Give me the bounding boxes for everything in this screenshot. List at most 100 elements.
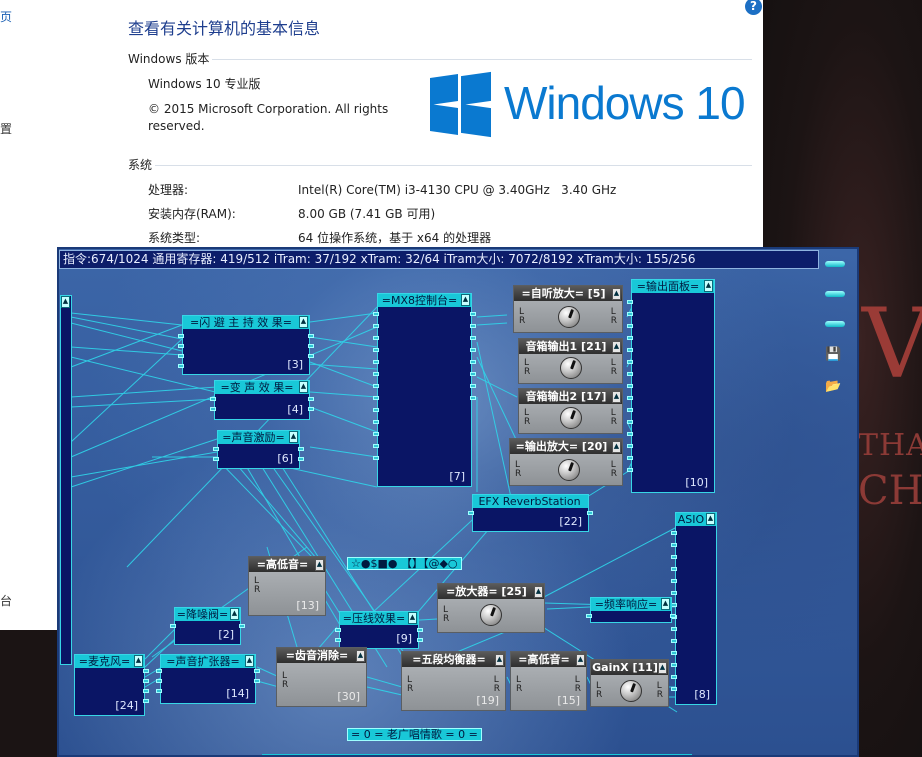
collapse-toggle-icon[interactable]: ▲ <box>408 612 417 624</box>
mx8-console-module[interactable]: =MX8控制台= ▲ [7] <box>373 293 476 487</box>
ram-label: 安装内存(RAM): <box>148 207 236 221</box>
collapse-toggle-icon[interactable]: ▲ <box>612 341 621 353</box>
bass-treble-module[interactable]: =高低音= ▲ LR [13] <box>248 556 326 616</box>
open-folder-icon[interactable]: 📂 <box>825 379 841 394</box>
wallpaper-text-ch: CH <box>858 468 922 514</box>
windows-logo-icon <box>430 71 491 138</box>
collapse-toggle-icon[interactable]: ▲ <box>658 662 667 674</box>
windows-edition-value: Windows 10 专业版 <box>148 77 261 91</box>
collapse-toggle-icon[interactable]: ▲ <box>356 650 365 662</box>
module-number: [30] <box>337 690 360 703</box>
voice-effect-module[interactable]: =变 声 效 果= ▲ [4] <box>210 380 314 420</box>
gain-knob[interactable] <box>620 680 642 702</box>
gainx-module[interactable]: GainX [11] ▲ LRLR <box>590 659 669 707</box>
left-pane-link[interactable]: 台 <box>0 592 12 609</box>
module-title: =齿音消除= <box>277 648 366 663</box>
module-number: [9] <box>396 632 412 645</box>
module-number: [2] <box>218 628 234 641</box>
module-title: =频率响应= <box>591 598 671 611</box>
collapse-toggle-icon[interactable]: ▲ <box>245 655 254 667</box>
five-band-eq-module[interactable]: =五段均衡器= ▲ LRLR [19] <box>401 651 506 711</box>
system-type-label: 系统类型: <box>148 231 201 245</box>
module-title: =自听放大= [5] <box>514 286 622 301</box>
collapse-toggle-icon[interactable]: ▲ <box>61 296 70 308</box>
module-number: [10] <box>685 476 708 489</box>
collapse-toggle-icon[interactable]: ▲ <box>299 381 308 393</box>
amplifier-module[interactable]: =放大器= [25] ▲ LR <box>437 583 545 633</box>
panel-toggle-button[interactable] <box>825 291 845 297</box>
collapse-toggle-icon[interactable]: ▲ <box>495 654 504 666</box>
control-panel-left-pane: 页 置 台 <box>0 0 12 630</box>
left-pane-link[interactable]: 页 <box>0 8 12 25</box>
bass-treble-module[interactable]: =高低音= ▲ LRLR [15] <box>510 651 587 711</box>
deesser-module[interactable]: =齿音消除= ▲ LR [30] <box>276 647 367 707</box>
speaker-out2-module[interactable]: 音箱输出2 [17] ▲ LRLR <box>518 388 623 434</box>
preset-symbol-label[interactable]: ☆●$■● 【】【@◆○ <box>347 557 462 570</box>
monitor-amp-module[interactable]: =自听放大= [5] ▲ LRLR <box>513 285 623 333</box>
module-title: =声音扩张器= <box>161 655 255 668</box>
preset-name-label[interactable]: = 0 = 老广唱情歌 = 0 = <box>347 728 482 741</box>
module-number: [4] <box>287 403 303 416</box>
copyright-text: © 2015 Microsoft Corporation. All rights… <box>148 102 389 133</box>
collapse-toggle-icon[interactable]: ▲ <box>704 280 713 292</box>
module-title: =放大器= [25] <box>438 584 544 599</box>
duck-effect-module[interactable]: =闪 避 主 持 效 果= ▲ [3] <box>178 315 314 375</box>
collapse-toggle-icon[interactable]: ▲ <box>612 441 621 453</box>
collapse-toggle-icon[interactable]: ▲ <box>289 431 298 443</box>
input-strip-label: 4 <box>57 649 59 660</box>
panel-toggle-button[interactable] <box>825 261 845 267</box>
module-title: =MX8控制台= <box>378 294 471 307</box>
reverb-station-module[interactable]: EFX ReverbStation [22] <box>468 494 593 532</box>
module-title: 音箱输出2 [17] <box>519 389 622 404</box>
collapse-toggle-icon[interactable]: ▲ <box>315 559 324 571</box>
input-strip-module[interactable]: ▲ 4 <box>57 295 72 665</box>
expander-module[interactable]: =声音扩张器= ▲ [14] <box>156 654 260 704</box>
speaker-out1-module[interactable]: 音箱输出1 [21] ▲ LRLR <box>518 338 623 384</box>
save-icon[interactable]: 💾 <box>825 347 841 362</box>
wallpaper-text-than: THAN <box>858 428 922 463</box>
collapse-toggle-icon[interactable]: ▲ <box>534 586 543 598</box>
help-button[interactable]: ? <box>745 0 762 15</box>
module-title: =声音激励= <box>218 431 299 444</box>
module-number: [14] <box>226 687 249 700</box>
collapse-toggle-icon[interactable]: ▲ <box>612 391 621 403</box>
module-number: [8] <box>694 688 710 701</box>
section-divider <box>212 59 752 60</box>
collapse-toggle-icon[interactable]: ▲ <box>661 598 670 610</box>
panel-toggle-button[interactable] <box>825 321 845 327</box>
limiter-module[interactable]: =压线效果= ▲ [9] <box>335 611 423 649</box>
gain-knob[interactable] <box>558 306 580 328</box>
module-number: [6] <box>277 452 293 465</box>
section-divider <box>155 165 752 166</box>
collapse-toggle-icon[interactable]: ▲ <box>706 513 715 525</box>
collapse-toggle-icon[interactable]: ▲ <box>576 654 585 666</box>
noise-gate-module[interactable]: =降噪阀= ▲ [2] <box>170 607 245 645</box>
collapse-toggle-icon[interactable]: ▲ <box>230 608 239 620</box>
dsp-routing-window: 指令:674/1024 通用寄存器: 419/512 iTram: 37/192… <box>57 247 859 757</box>
collapse-toggle-icon[interactable]: ▲ <box>612 288 621 300</box>
left-pane-link[interactable]: 置 <box>0 120 12 137</box>
asio-output-module[interactable]: ASIO ▲ [8] <box>671 512 717 705</box>
processor-value: Intel(R) Core(TM) i3-4130 CPU @ 3.40GHz … <box>298 183 617 197</box>
frequency-response-module[interactable]: =频率响应= ▲ <box>586 597 676 623</box>
module-title: =闪 避 主 持 效 果= <box>183 316 309 329</box>
collapse-toggle-icon[interactable]: ▲ <box>299 316 308 328</box>
module-number: [15] <box>557 694 580 707</box>
gain-knob[interactable] <box>558 459 580 481</box>
windows-10-logo-text: Windows 10 <box>504 77 746 129</box>
gain-knob[interactable] <box>560 357 582 379</box>
output-amp-module[interactable]: =输出放大= [20] ▲ LRLR <box>509 438 623 486</box>
gain-knob[interactable] <box>560 407 582 429</box>
gain-knob[interactable] <box>480 604 502 626</box>
microphone-module[interactable]: =麦克风= ▲ [24] <box>74 654 149 716</box>
resource-status-bar: 指令:674/1024 通用寄存器: 419/512 iTram: 37/192… <box>59 250 819 269</box>
module-number: [19] <box>476 694 499 707</box>
processor-label: 处理器: <box>148 183 189 197</box>
module-number: [7] <box>449 470 465 483</box>
wallpaper-letter-v: V <box>862 288 922 400</box>
module-title: =压线效果= <box>340 612 418 625</box>
exciter-module[interactable]: =声音激励= ▲ [6] <box>213 430 304 469</box>
collapse-toggle-icon[interactable]: ▲ <box>461 294 470 306</box>
collapse-toggle-icon[interactable]: ▲ <box>134 655 143 667</box>
output-panel-module[interactable]: =输出面板= ▲ [10] <box>627 279 715 493</box>
